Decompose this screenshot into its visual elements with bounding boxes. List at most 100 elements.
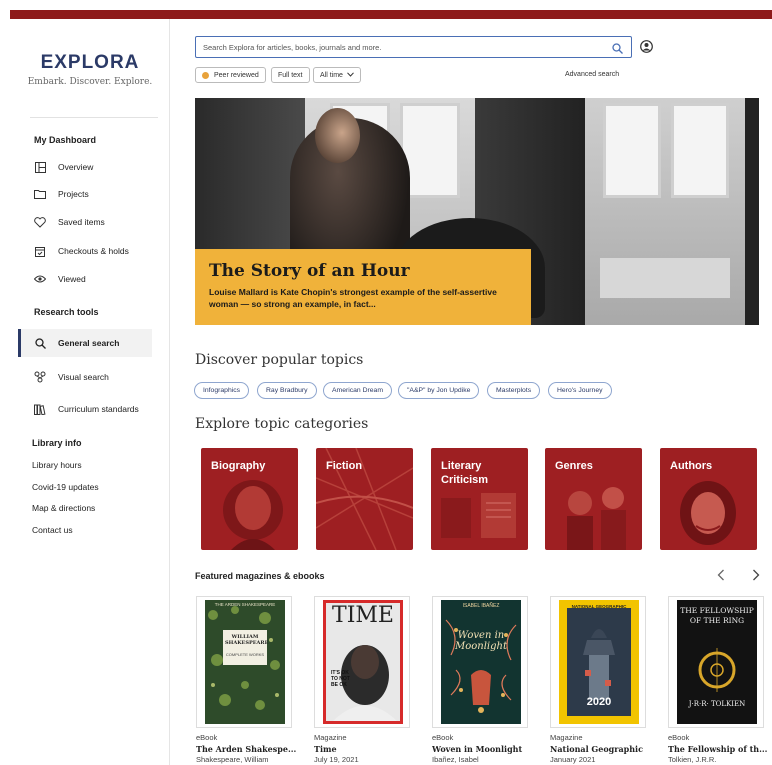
topic-pill[interactable]: Masterplots [487, 382, 541, 399]
search-icon[interactable] [612, 41, 623, 59]
link-map-directions[interactable]: Map & directions [32, 503, 95, 513]
category-label: Fiction [326, 460, 363, 472]
category-biography[interactable]: Biography [201, 448, 298, 550]
category-genres[interactable]: Genres [545, 448, 642, 550]
filter-peer-reviewed[interactable]: Peer reviewed [195, 67, 266, 83]
library-heading: Library info [32, 438, 82, 448]
item-type: eBook [196, 733, 218, 742]
logo[interactable]: EXPLORA [10, 52, 170, 74]
item-title[interactable]: The Arden Shakespe... [196, 744, 296, 754]
sidebar-divider [30, 117, 158, 118]
filter-label: Peer reviewed [214, 71, 259, 79]
sidebar-item-label: Visual search [58, 372, 109, 382]
featured-item-cover[interactable]: THE ARDEN SHAKESPEARE WILLIAM SHAKESPEAR… [196, 596, 292, 728]
topic-pill[interactable]: American Dream [323, 382, 392, 399]
cover-text: IT'S OK TO NOT BE OK [331, 670, 350, 688]
overview-icon [34, 161, 46, 173]
link-contact-us[interactable]: Contact us [32, 525, 73, 535]
item-meta: Ibañez, Isabel [432, 755, 479, 764]
sidebar-item-label: Overview [58, 162, 94, 172]
cover-image: NATIONAL GEOGRAPHIC 2020 [559, 600, 639, 724]
hero-photo-window [585, 98, 745, 325]
sidebar-item-visual-search[interactable]: Visual search [34, 367, 152, 387]
sidebar-item-curriculum[interactable]: Curriculum standards [34, 399, 152, 419]
sidebar-item-label: General search [58, 338, 120, 348]
sidebar-item-label: Curriculum standards [58, 404, 139, 414]
item-title[interactable]: Time [314, 744, 414, 754]
hero-title[interactable]: The Story of an Hour [209, 261, 410, 281]
filter-date-dropdown[interactable]: All time [313, 67, 361, 83]
item-title[interactable]: National Geographic [550, 744, 650, 754]
cover-image: THE ARDEN SHAKESPEARE WILLIAM SHAKESPEAR… [205, 600, 285, 724]
topic-pill[interactable]: Hero's Journey [548, 382, 612, 399]
sidebar-item-label: Projects [58, 189, 89, 199]
item-meta: Shakespeare, William [196, 755, 269, 764]
topic-pill[interactable]: Infographics [194, 382, 250, 399]
carousel-next-icon[interactable] [752, 568, 760, 584]
featured-item-cover[interactable]: TIME IT'S OK TO NOT BE OK [314, 596, 410, 728]
cover-text: 2020 [586, 696, 612, 708]
sidebar: EXPLORA Embark. Discover. Explore. My Da… [10, 19, 170, 765]
heart-icon [34, 216, 46, 228]
hero-caption: The Story of an Hour Louise Mallard is K… [195, 249, 531, 325]
filter-full-text[interactable]: Full text [271, 67, 310, 83]
filter-label: All time [320, 71, 343, 79]
category-label: Literary Criticism [441, 460, 489, 486]
filter-active-dot [202, 71, 209, 79]
featured-item-cover[interactable]: ISABEL IBAÑEZ Woven in Moonlight [432, 596, 528, 728]
filter-label: Full text [278, 71, 303, 79]
hero-photo-person [315, 108, 360, 163]
advanced-search-link[interactable]: Advanced search [565, 71, 619, 78]
category-label: Authors [670, 460, 713, 472]
category-label: Biography [211, 460, 266, 472]
search-icon [34, 337, 46, 349]
link-library-hours[interactable]: Library hours [32, 460, 82, 470]
account-icon[interactable] [640, 40, 653, 58]
sidebar-item-viewed[interactable]: Viewed [34, 269, 152, 289]
item-meta: July 19, 2021 [314, 755, 359, 764]
search-placeholder: Search Explora for articles, books, jour… [203, 43, 382, 52]
sidebar-item-checkouts[interactable]: Checkouts & holds [34, 241, 152, 261]
hero-banner[interactable]: The Story of an Hour Louise Mallard is K… [195, 98, 759, 325]
cover-image: THE FELLOWSHIP OF THE RING J·R·R· TOLKIE… [677, 600, 757, 724]
eye-icon [34, 273, 46, 285]
sidebar-item-label: Viewed [58, 274, 86, 284]
research-heading: Research tools [34, 307, 99, 317]
sidebar-item-projects[interactable]: Projects [34, 184, 152, 204]
cover-image: TIME IT'S OK TO NOT BE OK [323, 600, 403, 724]
category-label: Genres [555, 460, 593, 472]
topic-pill[interactable]: Ray Bradbury [257, 382, 317, 399]
cover-text: THE ARDEN SHAKESPEARE [214, 602, 276, 607]
category-authors[interactable]: Authors [660, 448, 757, 550]
item-title[interactable]: The Fellowship of th... [668, 744, 768, 754]
sidebar-item-general-search[interactable]: General search [18, 329, 152, 357]
category-fiction[interactable]: Fiction [316, 448, 413, 550]
top-accent-bar [10, 10, 772, 19]
visual-search-icon [34, 371, 46, 383]
dashboard-heading: My Dashboard [34, 135, 97, 145]
topic-pill[interactable]: "A&P" by Jon Updike [398, 382, 480, 399]
cover-image: ISABEL IBAÑEZ Woven in Moonlight [441, 600, 521, 724]
hero-description: Louise Mallard is Kate Chopin's stronges… [209, 287, 497, 309]
cover-text: COMPLETE WORKS [225, 652, 265, 657]
popular-topics-heading: Discover popular topics [195, 352, 364, 368]
calendar-icon [34, 245, 46, 257]
category-literary-criticism[interactable]: Literary Criticism [431, 448, 528, 550]
cover-text: TIME [332, 603, 394, 628]
search-input[interactable]: Search Explora for articles, books, jour… [195, 36, 632, 58]
sidebar-item-saved[interactable]: Saved items [34, 212, 152, 232]
books-icon [34, 403, 46, 415]
featured-item-cover[interactable]: THE FELLOWSHIP OF THE RING J·R·R· TOLKIE… [668, 596, 764, 728]
item-title[interactable]: Woven in Moonlight [432, 744, 532, 754]
carousel-prev-icon[interactable] [717, 568, 725, 584]
link-covid-updates[interactable]: Covid-19 updates [32, 482, 99, 492]
item-type: Magazine [550, 733, 583, 742]
cover-text: ISABEL IBAÑEZ [462, 603, 500, 609]
sidebar-item-overview[interactable]: Overview [34, 157, 152, 177]
featured-item-cover[interactable]: NATIONAL GEOGRAPHIC 2020 [550, 596, 646, 728]
item-meta: January 2021 [550, 755, 596, 764]
chevron-down-icon [347, 71, 354, 79]
item-type: Magazine [314, 733, 347, 742]
cover-text: Woven in Moonlight [455, 630, 507, 652]
cover-text: NATIONAL GEOGRAPHIC [571, 604, 627, 609]
